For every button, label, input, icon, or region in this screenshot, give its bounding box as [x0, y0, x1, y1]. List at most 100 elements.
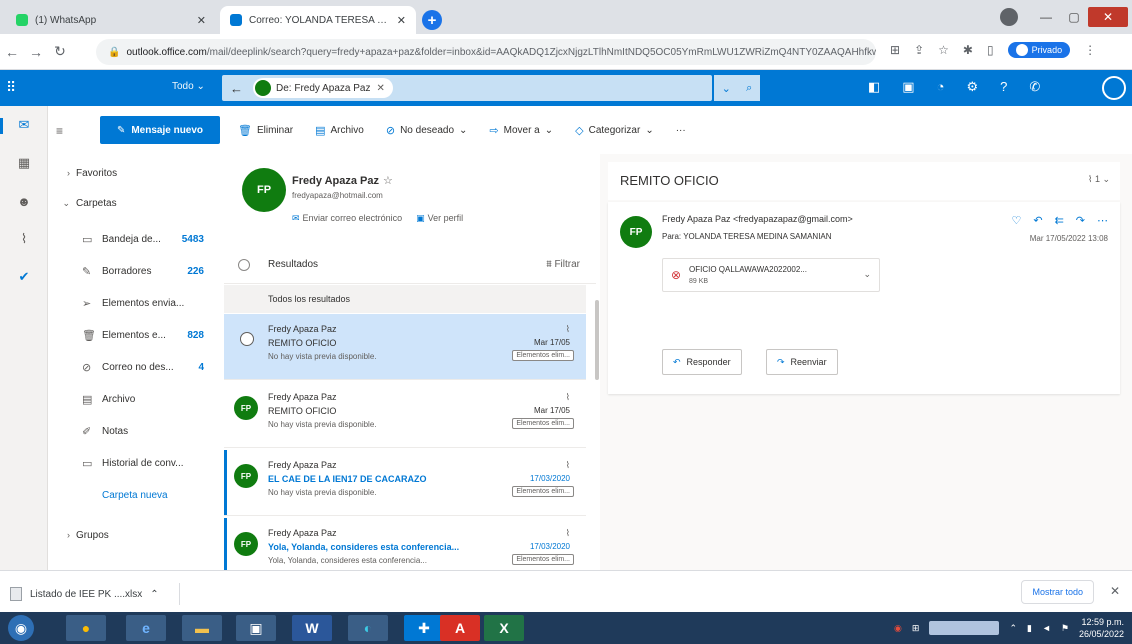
acrobat-icon[interactable]: A: [440, 615, 480, 641]
megaphone-icon[interactable]: ✆: [1029, 79, 1040, 95]
clock[interactable]: 12:59 p.m. 26/05/2022: [1079, 616, 1124, 640]
folder-drafts[interactable]: ✎ Borradores 226: [48, 256, 224, 286]
select-radio[interactable]: [240, 332, 254, 346]
edge-new-icon[interactable]: ◐: [348, 615, 388, 641]
calendar-icon[interactable]: ▣: [902, 79, 914, 95]
folder-junk[interactable]: ⊘ Correo no des... 4: [48, 352, 224, 382]
sidebar-icon[interactable]: ▯: [987, 43, 994, 57]
more-button[interactable]: ···: [676, 125, 686, 136]
folder-inbox[interactable]: ▭ Bandeja de... 5483: [48, 224, 224, 254]
close-window-icon[interactable]: ✕: [1088, 7, 1128, 27]
download-item[interactable]: Listado de IEE PK ....xlsx ⌃: [10, 583, 180, 605]
keyboard-icon[interactable]: ⊞: [912, 623, 920, 634]
tab-whatsapp[interactable]: (1) WhatsApp ✕: [6, 6, 216, 34]
folder-notes[interactable]: ✐ Notas: [48, 416, 224, 446]
reload-icon[interactable]: ↻: [48, 43, 72, 60]
forward-icon[interactable]: ↷: [1076, 214, 1085, 227]
start-icon[interactable]: ◉: [8, 615, 34, 641]
view-profile-link[interactable]: ▣ Ver perfil: [416, 213, 463, 224]
new-folder-link[interactable]: Carpeta nueva: [48, 480, 224, 510]
help-icon[interactable]: ?: [1000, 79, 1007, 95]
extensions-icon[interactable]: ✱: [963, 43, 973, 57]
search-scope-dropdown[interactable]: Todo ⌄: [172, 81, 205, 92]
forward-button[interactable]: ↷ Reenviar: [766, 349, 838, 375]
gear-icon[interactable]: ⚙: [966, 79, 978, 95]
chevron-up-icon[interactable]: ⌃: [150, 589, 158, 600]
tray-widget[interactable]: [929, 621, 1000, 635]
reply-all-icon[interactable]: ⇇: [1055, 214, 1064, 227]
attach-icon[interactable]: ⌇: [0, 220, 48, 258]
reply-icon[interactable]: ↶: [1033, 214, 1042, 227]
excel-icon[interactable]: X: [484, 615, 524, 641]
not-wanted-button[interactable]: ⊘ No deseado ⌄: [386, 124, 468, 137]
todo-icon[interactable]: ✔: [0, 258, 48, 296]
flag-icon[interactable]: ⚑: [1061, 623, 1069, 634]
send-email-link[interactable]: ✉ Enviar correo electrónico: [292, 213, 402, 224]
show-all-button[interactable]: Mostrar todo: [1021, 580, 1094, 604]
store-icon[interactable]: ✚: [404, 615, 444, 641]
folder-group-favorites[interactable]: › Favoritos: [48, 158, 224, 188]
chevron-down-icon[interactable]: ⌄: [722, 82, 731, 95]
calendar-icon[interactable]: ▦: [0, 144, 48, 182]
url-input[interactable]: 🔒 outlook.office.com /mail/deeplink/sear…: [96, 39, 876, 65]
menu-icon[interactable]: ⋮: [1084, 43, 1096, 57]
close-tab-icon[interactable]: ✕: [397, 14, 406, 27]
back-arrow-icon[interactable]: ←: [230, 81, 243, 96]
chrome-icon[interactable]: ●: [66, 615, 106, 641]
message-row[interactable]: Fredy Apaza Paz ⌇ REMITO OFICIO Mar 17/0…: [224, 314, 586, 380]
forward-icon[interactable]: →: [24, 44, 48, 60]
app-icon[interactable]: ▣: [236, 615, 276, 641]
network-icon[interactable]: ▮: [1027, 623, 1032, 634]
like-icon[interactable]: ♡: [1011, 214, 1021, 227]
move-button[interactable]: ⇨ Mover a ⌄: [489, 124, 553, 137]
account-avatar[interactable]: [1102, 76, 1126, 100]
reply-button[interactable]: ↶ Responder: [662, 349, 742, 375]
minimize-icon[interactable]: —: [1032, 10, 1060, 24]
chevron-down-icon[interactable]: ⌄: [863, 269, 871, 280]
incognito-badge[interactable]: Privado: [1007, 42, 1071, 58]
folder-group-groups[interactable]: › Grupos: [48, 520, 224, 550]
app-launcher-icon[interactable]: ⠿: [6, 79, 16, 96]
profile-icon[interactable]: [1000, 8, 1018, 26]
search-box[interactable]: ← De: Fredy Apaza Paz ✕: [222, 75, 712, 101]
search-filter-chip[interactable]: De: Fredy Apaza Paz ✕: [253, 78, 393, 98]
new-message-button[interactable]: ✎ Mensaje nuevo: [100, 116, 220, 144]
more-icon[interactable]: ⋯: [1097, 214, 1108, 227]
star-icon[interactable]: ☆: [938, 43, 949, 57]
message-row[interactable]: FP Fredy Apaza Paz ⌇ Yola, Yolanda, cons…: [224, 518, 586, 570]
skype-icon[interactable]: ◔: [937, 79, 945, 95]
people-icon[interactable]: ☻: [0, 182, 48, 220]
attachment-card[interactable]: ⊗ OFICIO QALLAWAWA2022002... 89 KB ⌄: [662, 258, 880, 292]
chevron-up-icon[interactable]: ⌃: [1009, 623, 1017, 634]
folder-group-folders[interactable]: ⌄ Carpetas: [48, 188, 224, 218]
remove-chip-icon[interactable]: ✕: [377, 83, 385, 94]
message-row[interactable]: FP Fredy Apaza Paz ⌇ REMITO OFICIO Mar 1…: [224, 382, 586, 448]
volume-icon[interactable]: ◄: [1042, 623, 1051, 633]
folder-sent[interactable]: ➢ Elementos envia...: [48, 288, 224, 318]
folder-archive[interactable]: ▤ Archivo: [48, 384, 224, 414]
share-icon[interactable]: ⇪: [914, 43, 924, 57]
close-tab-icon[interactable]: ✕: [197, 14, 206, 27]
teams-icon[interactable]: ◧: [868, 79, 880, 95]
star-icon[interactable]: ☆: [383, 175, 393, 187]
word-icon[interactable]: W: [292, 615, 332, 641]
app-tray-icon[interactable]: ◉: [894, 623, 902, 634]
new-tab-button[interactable]: +: [422, 10, 442, 30]
archive-button[interactable]: ▤ Archivo: [315, 124, 364, 137]
edge-icon[interactable]: e: [126, 615, 166, 641]
categorize-button[interactable]: ◇ Categorizar ⌄: [575, 124, 654, 137]
mail-icon[interactable]: ✉: [0, 106, 48, 144]
hamburger-icon[interactable]: ≡: [56, 124, 63, 138]
maximize-icon[interactable]: ▢: [1060, 10, 1088, 24]
select-all-radio[interactable]: [238, 259, 250, 271]
back-icon[interactable]: ←: [0, 44, 24, 60]
search-icon[interactable]: ⌕: [746, 82, 752, 95]
folder-deleted[interactable]: 🗑 Elementos e... 828: [48, 320, 224, 350]
close-icon[interactable]: ✕: [1110, 584, 1120, 598]
conversation-count[interactable]: ⌇ 1 ⌄: [1088, 174, 1110, 185]
folder-history[interactable]: ▭ Historial de conv...: [48, 448, 224, 478]
tab-outlook[interactable]: Correo: YOLANDA TERESA MEDI ✕: [220, 6, 416, 34]
translate-icon[interactable]: ⊞: [890, 43, 900, 57]
message-row[interactable]: FP Fredy Apaza Paz ⌇ EL CAE DE LA IEN17 …: [224, 450, 586, 516]
list-scrollbar[interactable]: [595, 300, 599, 380]
